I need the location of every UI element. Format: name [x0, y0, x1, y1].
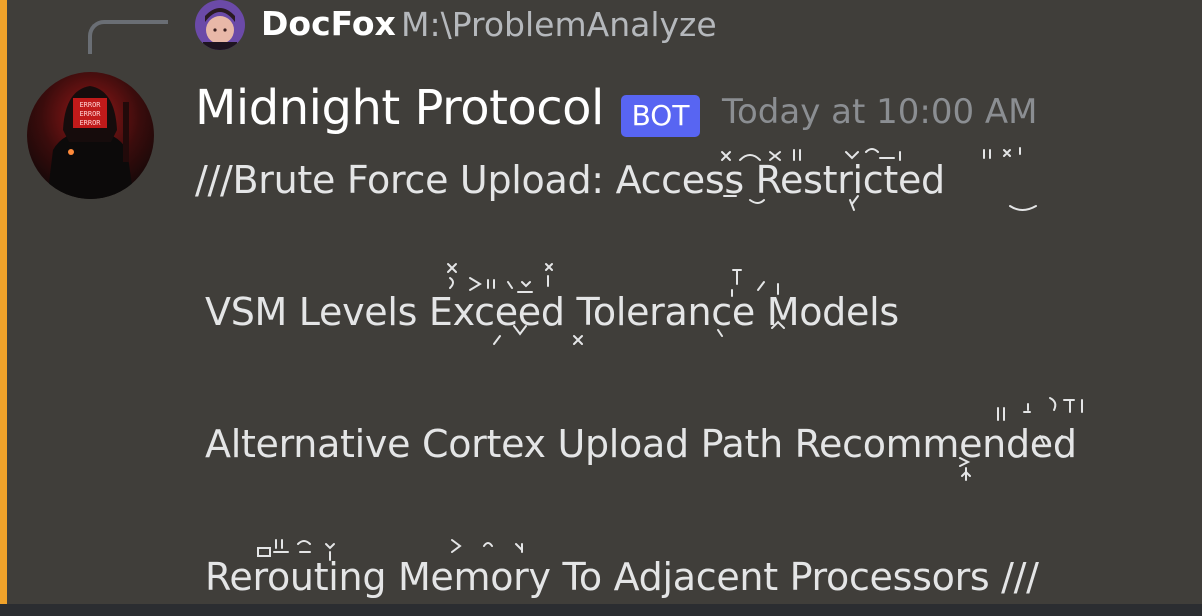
message-timestamp[interactable]: Today at 10:00 AM: [722, 92, 1038, 132]
svg-text:ERROR: ERROR: [79, 110, 101, 118]
author-avatar[interactable]: ERROR ERROR ERROR: [27, 72, 154, 199]
message-line: ///Brute Force Upload: Access Restricted: [195, 158, 945, 202]
bottom-divider: [0, 604, 1202, 616]
message-line: Alternative Cortex Upload Path Recommend…: [205, 422, 1077, 466]
reply-message-snippet[interactable]: M:\ProblemAnalyze: [401, 5, 717, 44]
reply-author-name[interactable]: DocFox: [261, 4, 396, 43]
svg-text:ERROR: ERROR: [79, 101, 101, 109]
bot-badge: BOT: [621, 95, 700, 137]
message-line: Rerouting Memory To Adjacent Processors …: [205, 555, 1039, 599]
svg-text:ERROR: ERROR: [79, 119, 101, 127]
author-name[interactable]: Midnight Protocol: [195, 80, 604, 136]
reply-spine-icon: [88, 20, 168, 54]
highlight-accent-bar: [0, 0, 7, 616]
message-line: VSM Levels Exceed Tolerance Models: [205, 290, 899, 334]
reply-avatar[interactable]: [195, 0, 245, 50]
